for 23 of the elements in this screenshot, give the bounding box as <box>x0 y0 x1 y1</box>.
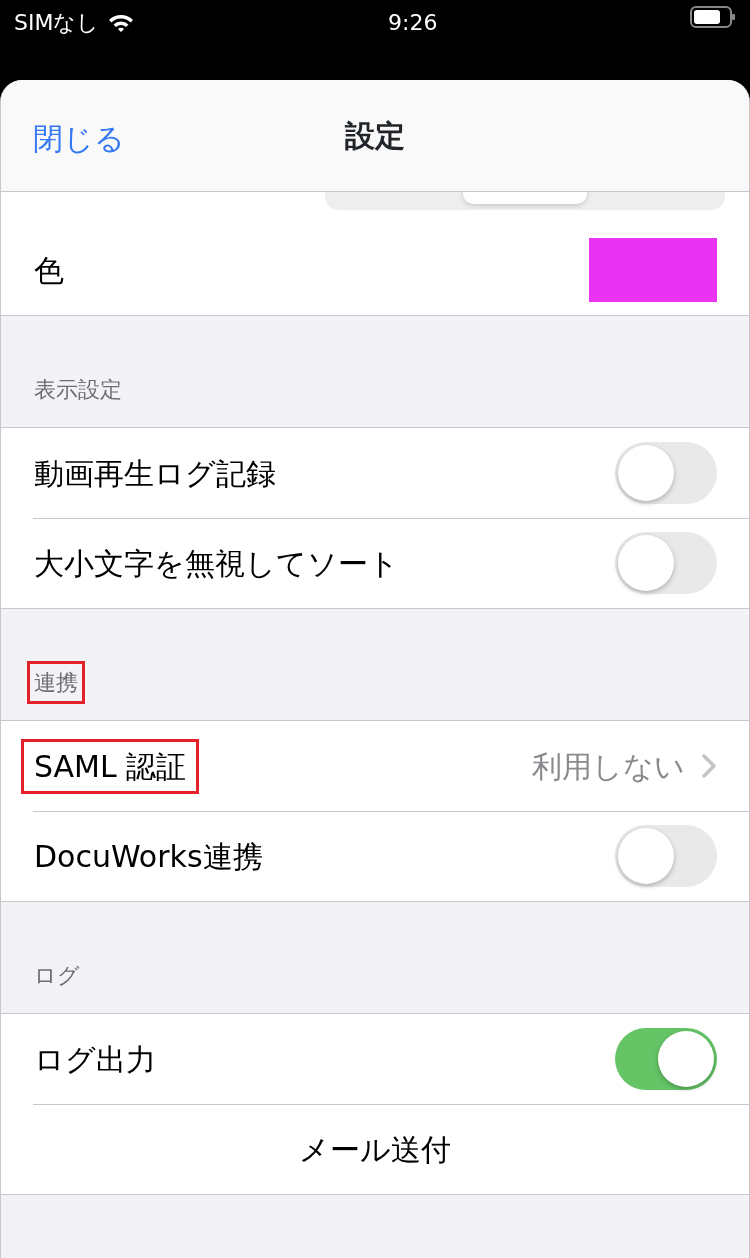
toggle-switch[interactable] <box>615 825 717 887</box>
chevron-icon <box>701 753 717 779</box>
section-header: 連携 <box>27 661 85 704</box>
row-label: SAML 認証 <box>21 738 200 794</box>
carrier-label: SIMなし <box>14 9 100 37</box>
toggle-switch[interactable] <box>615 442 717 504</box>
mail-send-button[interactable]: メール送付 <box>33 1125 717 1173</box>
row-label: DocuWorks連携 <box>33 837 264 876</box>
settings-row[interactable]: SAML 認証 利用しない <box>1 721 749 811</box>
color-swatch[interactable] <box>589 238 717 302</box>
close-button[interactable]: 閉じる <box>33 116 125 161</box>
section-header: 表示設定 <box>33 376 123 404</box>
row-label: 色 <box>33 251 65 290</box>
screen-title: 設定 <box>345 117 405 155</box>
row-label: 動画再生ログ記録 <box>33 454 277 493</box>
battery-icon <box>690 6 736 28</box>
toggle-switch[interactable] <box>615 1028 717 1090</box>
row-label: ログ出力 <box>33 1040 157 1079</box>
toggle-switch[interactable] <box>615 532 717 594</box>
time-label: 9:26 <box>388 9 438 37</box>
section-header: ログ <box>33 962 81 990</box>
row-value: 利用しない <box>532 747 685 786</box>
row-label: 大小文字を無視してソート <box>33 544 400 583</box>
